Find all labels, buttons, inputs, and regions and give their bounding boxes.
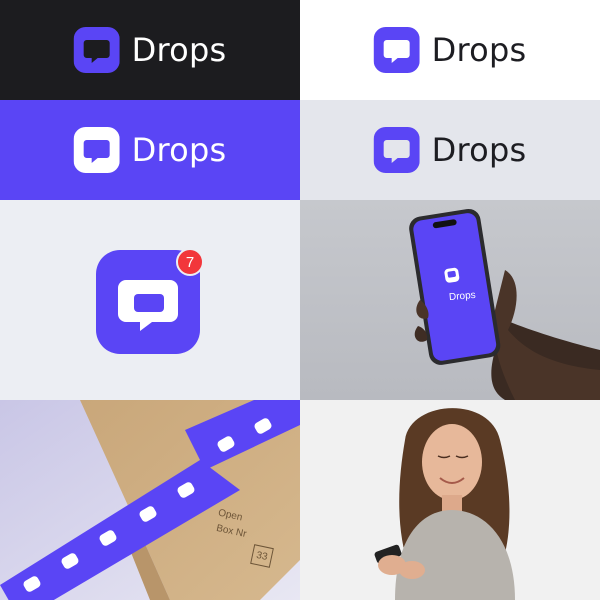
package-illustration (0, 400, 300, 600)
wordmark: Drops (431, 31, 527, 69)
wordmark: Drops (131, 131, 227, 169)
logo-tile-white: Drops (300, 0, 600, 100)
app-icon-tile: 7 (0, 200, 300, 400)
logo-lockup: Drops (73, 127, 227, 173)
phone-mockup-tile: Drops (300, 200, 600, 400)
logo-tile-dark: Drops (0, 0, 300, 100)
wordmark: Drops (431, 131, 527, 169)
logo-tile-gray: Drops (300, 100, 600, 200)
brand-showcase-grid: Drops Drops Drops Drops 7 Drops Open Box… (0, 0, 600, 600)
logo-lockup: Drops (373, 27, 527, 73)
person-photo-tile (300, 400, 600, 600)
package-photo-tile: Open Box Nr 33 (0, 400, 300, 600)
phone-screen-label: Drops (448, 289, 477, 304)
notification-badge: 7 (176, 248, 204, 276)
wordmark: Drops (131, 31, 227, 69)
person-with-phone-illustration (300, 400, 600, 600)
chat-bubble-icon (73, 127, 120, 173)
chat-bubble-icon (373, 27, 420, 73)
logo-lockup: Drops (73, 27, 227, 73)
logo-lockup: Drops (373, 127, 527, 173)
logo-tile-purple: Drops (0, 100, 300, 200)
chat-bubble-icon (373, 127, 420, 173)
box-print-number: 33 (250, 544, 274, 568)
chat-bubble-icon (73, 27, 120, 73)
